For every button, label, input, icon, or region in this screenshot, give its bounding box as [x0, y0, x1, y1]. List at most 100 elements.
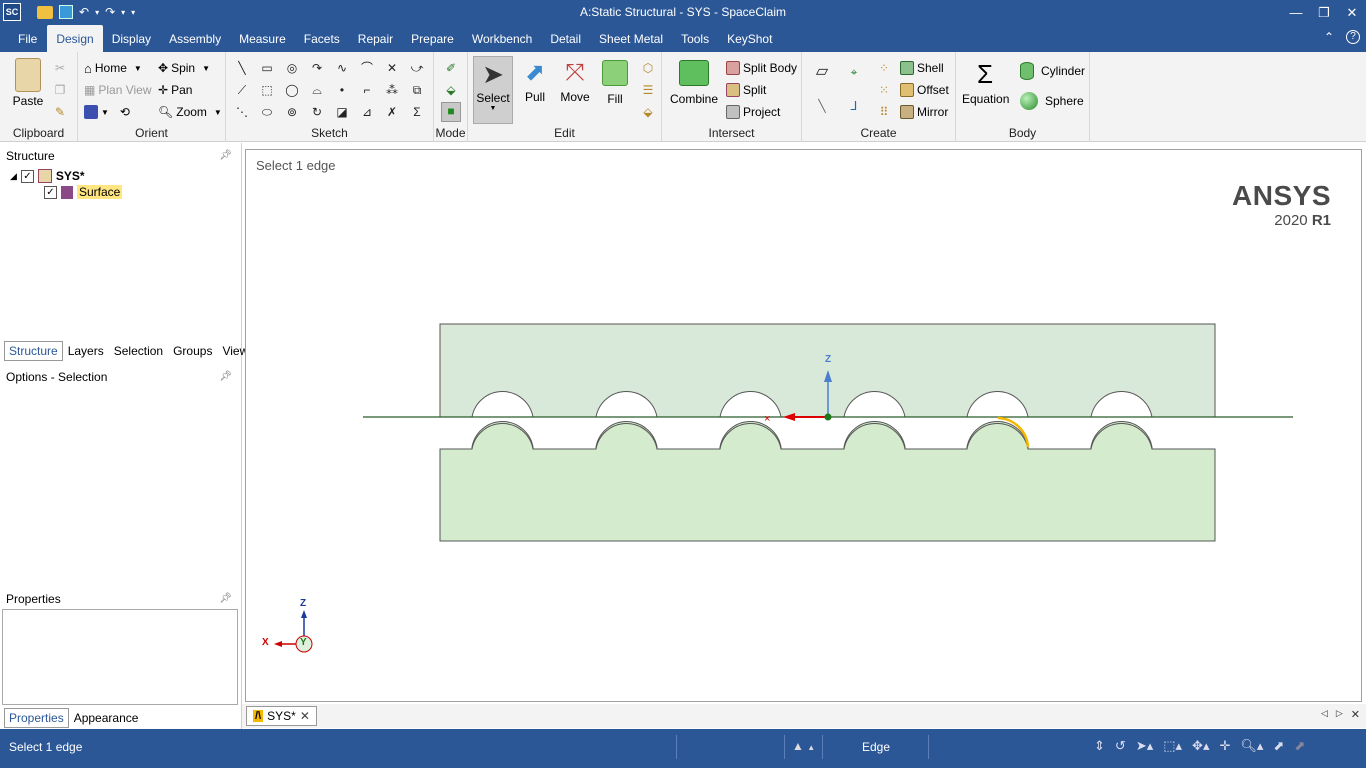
- three-point-circle-icon[interactable]: ⊚: [284, 104, 300, 120]
- spin-status-icon[interactable]: ⇕: [1094, 738, 1105, 754]
- pull-button[interactable]: ⬈ Pull: [518, 56, 552, 104]
- tab-selection[interactable]: Selection: [109, 341, 168, 361]
- tab-prepare[interactable]: Prepare: [402, 25, 463, 52]
- three-point-arc-icon[interactable]: ↻: [309, 104, 325, 120]
- tab-detail[interactable]: Detail: [541, 25, 590, 52]
- split-curve-icon[interactable]: ⁂: [384, 82, 400, 98]
- circular-pattern-icon[interactable]: ⁙: [876, 82, 892, 98]
- tab-display[interactable]: Display: [103, 25, 160, 52]
- axis-icon[interactable]: ╲: [814, 98, 830, 114]
- format-painter-icon[interactable]: ✎: [52, 104, 68, 120]
- pin-icon[interactable]: 📌︎: [219, 146, 232, 166]
- spin-button[interactable]: ✥ Spin ▼: [158, 59, 210, 77]
- split-button[interactable]: Split: [726, 81, 766, 99]
- tab-file[interactable]: File: [0, 25, 47, 52]
- 3d-mode-icon[interactable]: ■: [441, 102, 461, 122]
- tab-keyshot[interactable]: KeyShot: [718, 25, 781, 52]
- collapse-ribbon-icon[interactable]: ⌃: [1324, 30, 1334, 44]
- selection-filter-dropdown[interactable]: ▲ ▲: [792, 739, 815, 753]
- sweep-arc-icon[interactable]: ⌓: [309, 82, 325, 98]
- collapse-icon[interactable]: ◢: [10, 171, 17, 182]
- project-button[interactable]: Project: [726, 103, 780, 121]
- scroll-left-icon[interactable]: ◁: [1321, 708, 1328, 721]
- properties-grid[interactable]: [2, 609, 238, 705]
- tab-groups[interactable]: Groups: [168, 341, 217, 361]
- close-document-icon[interactable]: ✕: [1351, 708, 1360, 721]
- select-button[interactable]: ➤ Select ▼: [473, 56, 513, 124]
- restore-button[interactable]: ❐: [1310, 0, 1338, 25]
- pin-icon[interactable]: 📌︎: [219, 589, 232, 609]
- model-geometry[interactable]: Z ×: [246, 150, 1363, 703]
- linear-pattern-icon[interactable]: ⁘: [876, 60, 892, 76]
- home-button[interactable]: ⌂ Home ▼: [84, 59, 142, 77]
- spline-tool-icon[interactable]: ∿: [334, 60, 350, 76]
- point-tool-icon[interactable]: •: [334, 82, 350, 98]
- close-button[interactable]: ✕: [1338, 0, 1366, 25]
- tab-measure[interactable]: Measure: [230, 25, 295, 52]
- zoom-view-icon[interactable]: 🔍︎▴: [1240, 738, 1263, 754]
- visibility-checkbox[interactable]: ✓: [44, 185, 57, 199]
- close-tab-icon[interactable]: ✕: [300, 709, 310, 723]
- tab-layers[interactable]: Layers: [63, 341, 109, 361]
- paste-button[interactable]: Paste: [8, 56, 48, 108]
- pull-status-icon[interactable]: ⬈: [1273, 738, 1284, 754]
- tab-structure[interactable]: Structure: [4, 341, 63, 361]
- pan-view-icon[interactable]: ✛: [1219, 738, 1230, 754]
- shell-button[interactable]: Shell: [900, 59, 944, 77]
- combine-button[interactable]: Combine: [670, 56, 718, 106]
- tree-item-surface[interactable]: ✓ Surface: [44, 185, 123, 199]
- cut-icon[interactable]: ✂: [52, 60, 68, 76]
- tangent-arc-icon[interactable]: ⌒: [359, 60, 375, 76]
- face-curve-icon[interactable]: ◪: [334, 104, 350, 120]
- offset-curve-icon[interactable]: ⧉: [409, 82, 425, 98]
- move-status-icon[interactable]: ⬈: [1294, 738, 1305, 754]
- sphere-button[interactable]: Sphere: [1020, 92, 1084, 110]
- equation-curve-icon[interactable]: Σ: [409, 104, 425, 120]
- origin-icon[interactable]: ⌖: [846, 64, 862, 80]
- section-mode-icon[interactable]: ⬙: [443, 82, 459, 98]
- fill-pattern-icon[interactable]: ⠿: [876, 104, 892, 120]
- replace-icon[interactable]: ⬙: [640, 104, 656, 120]
- ellipse-tool-icon[interactable]: ◯: [284, 82, 300, 98]
- offset-button[interactable]: Offset: [900, 81, 949, 99]
- plan-view-button[interactable]: ▦ Plan View: [84, 81, 152, 99]
- tab-appearance[interactable]: Appearance: [69, 708, 144, 728]
- fill-button[interactable]: Fill: [598, 56, 632, 106]
- polygon-tool-icon[interactable]: ⬚: [259, 82, 275, 98]
- minimize-button[interactable]: —: [1282, 0, 1310, 25]
- tab-tools[interactable]: Tools: [672, 25, 718, 52]
- project-curve-icon[interactable]: ⊿: [359, 104, 375, 120]
- copy-icon[interactable]: ❐: [52, 82, 68, 98]
- view-cube-button[interactable]: ▼ ⟲: [84, 103, 130, 121]
- rectangle-tool-icon[interactable]: ▭: [259, 60, 275, 76]
- pin-icon[interactable]: 📌︎: [219, 367, 232, 387]
- help-icon[interactable]: ?: [1346, 30, 1360, 44]
- move-button[interactable]: ⤧ Move: [558, 56, 592, 104]
- tangent-line-icon[interactable]: ⟋: [234, 82, 250, 98]
- slot-tool-icon[interactable]: ⬭: [259, 104, 275, 120]
- equation-button[interactable]: Σ Equation: [962, 56, 1009, 106]
- mirror-button[interactable]: Mirror: [900, 103, 948, 121]
- box-select-icon[interactable]: ⬚▴: [1163, 738, 1182, 754]
- split-body-button[interactable]: Split Body: [726, 59, 797, 77]
- trim-tool-icon[interactable]: ✕: [384, 60, 400, 76]
- tab-workbench[interactable]: Workbench: [463, 25, 541, 52]
- corner-icon[interactable]: ⌐: [359, 82, 375, 98]
- doc-tab-sys[interactable]: /\ SYS* ✕: [246, 706, 317, 726]
- tab-assembly[interactable]: Assembly: [160, 25, 230, 52]
- layers-icon[interactable]: ☰: [640, 82, 656, 98]
- pan-button[interactable]: ✛ Pan: [158, 81, 192, 99]
- zoom-button[interactable]: 🔍︎ Zoom ▼: [158, 103, 222, 121]
- line-tool-icon[interactable]: ╲: [234, 60, 250, 76]
- blend-icon[interactable]: ⬡: [640, 60, 656, 76]
- tab-properties[interactable]: Properties: [4, 708, 69, 728]
- sketch-mode-icon[interactable]: ✐: [443, 60, 459, 76]
- scroll-right-icon[interactable]: ▷: [1336, 708, 1343, 721]
- tab-repair[interactable]: Repair: [349, 25, 402, 52]
- tab-sheet-metal[interactable]: Sheet Metal: [590, 25, 672, 52]
- graphics-viewport[interactable]: Select 1 edge ANSYS 2020 R1 Z × Z X Y: [245, 149, 1362, 702]
- plane-icon[interactable]: ▱: [814, 64, 830, 80]
- bend-tool-icon[interactable]: ⤻: [409, 60, 425, 76]
- bend-curve-icon[interactable]: ✗: [384, 104, 400, 120]
- arc-tool-icon[interactable]: ↷: [309, 60, 325, 76]
